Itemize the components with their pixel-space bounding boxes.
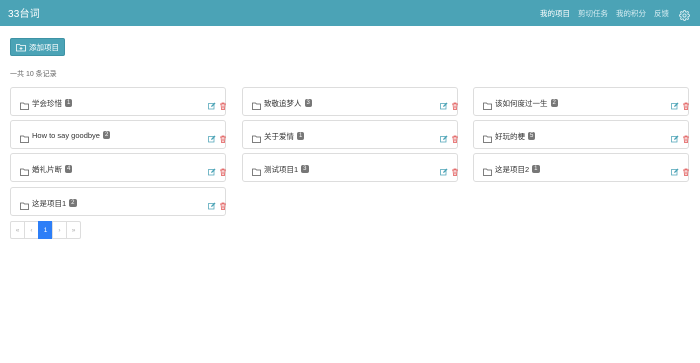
edit-icon[interactable] <box>671 97 679 110</box>
project-card[interactable]: 学会珍惜 1 <box>10 87 226 116</box>
delete-icon[interactable] <box>219 197 227 210</box>
delete-icon[interactable] <box>451 97 459 110</box>
edit-icon[interactable] <box>671 130 679 143</box>
project-title[interactable]: 这是项目2 <box>495 164 529 175</box>
delete-icon[interactable] <box>682 163 690 176</box>
project-count-badge: 5 <box>528 132 536 140</box>
project-title[interactable]: 好玩的梗 <box>495 131 525 142</box>
project-count-badge: 2 <box>102 131 111 139</box>
record-count: 一共 10 条记录 <box>10 71 57 78</box>
gear-icon[interactable] <box>679 8 690 21</box>
project-card[interactable]: 致敬追梦人 3 <box>242 87 458 116</box>
page-first[interactable]: « <box>10 221 25 239</box>
delete-icon[interactable] <box>219 97 227 110</box>
project-name[interactable]: 致敬追梦人 3 <box>264 98 312 109</box>
project-title[interactable]: 关于爱情 <box>264 131 294 142</box>
delete-icon[interactable] <box>451 163 459 176</box>
folder-icon <box>252 130 261 143</box>
delete-icon[interactable] <box>682 130 690 143</box>
folder-icon <box>483 130 492 143</box>
project-count-badge: 3 <box>301 165 309 173</box>
project-title[interactable]: 学会珍惜 <box>32 98 62 109</box>
edit-icon[interactable] <box>208 163 216 176</box>
project-name[interactable]: 这是项目2 1 <box>495 164 540 175</box>
project-card[interactable]: How to say goodbye 2 <box>10 120 226 149</box>
nav-feedback[interactable]: 反馈 <box>654 8 669 19</box>
delete-icon[interactable] <box>219 130 227 143</box>
folder-plus-icon <box>16 43 26 51</box>
project-name[interactable]: 关于爱情 1 <box>264 131 305 142</box>
delete-icon[interactable] <box>451 130 459 143</box>
pagination: « ‹ 1 › » <box>10 221 81 239</box>
folder-icon <box>20 163 29 176</box>
project-title[interactable]: 该如何度过一生 <box>495 98 548 109</box>
edit-icon[interactable] <box>440 163 448 176</box>
folder-icon <box>20 130 29 143</box>
project-name[interactable]: How to say goodbye 2 <box>32 131 111 140</box>
app-title[interactable]: 33台词 <box>8 5 40 20</box>
project-title[interactable]: 这是项目1 <box>32 198 66 209</box>
add-project-label: 添加项目 <box>29 42 59 52</box>
edit-icon[interactable] <box>208 130 216 143</box>
nav-links: 我的项目 剪切任务 我的积分 反馈 <box>532 0 690 26</box>
project-count-badge: 2 <box>69 199 77 207</box>
project-count-badge: 1 <box>532 165 540 173</box>
project-card[interactable]: 婚礼片断 4 <box>10 153 226 182</box>
folder-icon <box>483 163 492 176</box>
project-count-badge: 3 <box>304 99 312 107</box>
project-card[interactable]: 好玩的梗 5 <box>473 120 689 149</box>
project-name[interactable]: 这是项目1 2 <box>32 198 77 209</box>
project-title[interactable]: 测试项目1 <box>264 164 298 175</box>
edit-icon[interactable] <box>671 163 679 176</box>
project-title[interactable]: 致敬追梦人 <box>264 98 302 109</box>
project-card[interactable]: 测试项目1 3 <box>242 153 458 182</box>
folder-icon <box>252 163 261 176</box>
project-count-badge: 2 <box>550 99 558 107</box>
delete-icon[interactable] <box>219 163 227 176</box>
page-current[interactable]: 1 <box>38 221 53 239</box>
project-name[interactable]: 测试项目1 3 <box>264 164 309 175</box>
edit-icon[interactable] <box>440 97 448 110</box>
folder-icon <box>483 97 492 110</box>
project-name[interactable]: 好玩的梗 5 <box>495 131 536 142</box>
top-navbar: 33台词 我的项目 剪切任务 我的积分 反馈 <box>0 0 700 26</box>
project-count-badge: 1 <box>65 99 73 107</box>
folder-icon <box>252 97 261 110</box>
project-name[interactable]: 该如何度过一生 2 <box>495 98 558 109</box>
folder-icon <box>20 97 29 110</box>
project-count-badge: 1 <box>297 132 305 140</box>
project-card[interactable]: 该如何度过一生 2 <box>473 87 689 116</box>
project-count-badge: 4 <box>65 165 73 173</box>
nav-my-points[interactable]: 我的积分 <box>616 8 646 19</box>
add-project-button[interactable]: 添加项目 <box>10 38 65 56</box>
edit-icon[interactable] <box>208 197 216 210</box>
project-title[interactable]: How to say goodbye <box>32 131 100 140</box>
project-card[interactable]: 这是项目2 1 <box>473 153 689 182</box>
project-name[interactable]: 婚礼片断 4 <box>32 164 73 175</box>
nav-my-projects[interactable]: 我的项目 <box>540 8 570 19</box>
nav-cut-tasks[interactable]: 剪切任务 <box>578 8 608 19</box>
project-card[interactable]: 关于爱情 1 <box>242 120 458 149</box>
page-next[interactable]: › <box>52 221 67 239</box>
folder-icon <box>20 197 29 210</box>
project-card[interactable]: 这是项目1 2 <box>10 187 226 216</box>
project-title[interactable]: 婚礼片断 <box>32 164 62 175</box>
delete-icon[interactable] <box>682 97 690 110</box>
edit-icon[interactable] <box>440 130 448 143</box>
page-prev[interactable]: ‹ <box>24 221 39 239</box>
page-last[interactable]: » <box>66 221 81 239</box>
project-name[interactable]: 学会珍惜 1 <box>32 98 73 109</box>
edit-icon[interactable] <box>208 97 216 110</box>
